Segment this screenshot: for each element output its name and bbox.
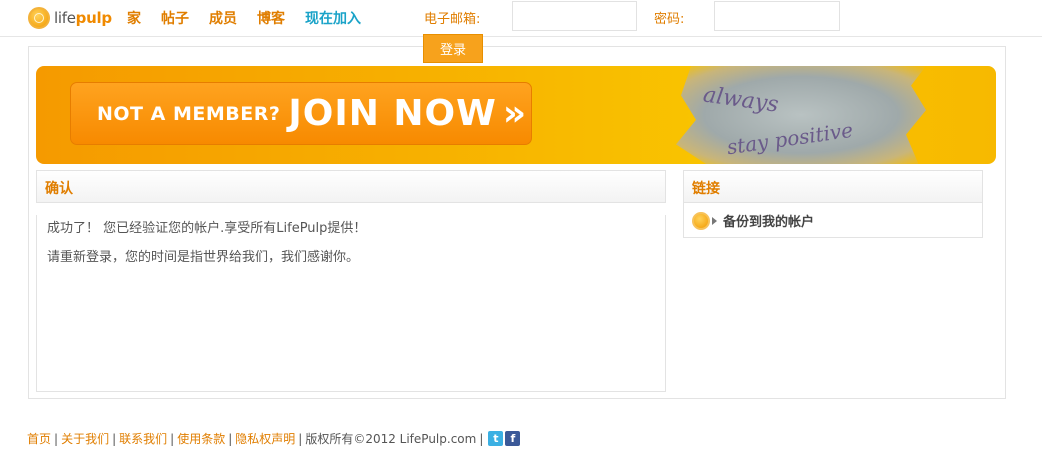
- confirm-title: 确认: [45, 181, 73, 197]
- confirm-message-2: 请重新登录，您的时间是指世界给我们，我们感谢你。: [47, 250, 360, 265]
- confirm-panel-body: 成功了！ 您已经验证您的帐户.享受所有LifePulp提供！ 请重新登录，您的时…: [36, 215, 666, 392]
- footer-link-home[interactable]: 首页: [27, 430, 51, 447]
- footer-link-about[interactable]: 关于我们: [61, 430, 109, 447]
- password-label: 密码:: [654, 12, 685, 27]
- email-label: 电子邮箱:: [424, 12, 481, 27]
- nav-home[interactable]: 家: [127, 8, 141, 28]
- scrap-text-1: always: [701, 82, 780, 117]
- footer-link-terms[interactable]: 使用条款: [177, 430, 225, 447]
- join-now-banner-button[interactable]: NOT A MEMBER? JOIN NOW »: [70, 82, 532, 145]
- join-banner: NOT A MEMBER? JOIN NOW » always stay pos…: [36, 66, 996, 164]
- top-bar: lifepulp 家 帖子 成员 博客 现在加入 电子邮箱: 密码:: [0, 0, 1042, 37]
- link-backup-account[interactable]: 备份到我的帐户: [692, 211, 814, 230]
- banner-small-text: NOT A MEMBER?: [97, 102, 281, 125]
- twitter-icon[interactable]: t: [488, 431, 504, 446]
- nav-members[interactable]: 成员: [209, 8, 237, 28]
- logo[interactable]: lifepulp: [28, 5, 112, 31]
- email-field[interactable]: [512, 1, 637, 31]
- torn-paper-image: always stay positive: [676, 66, 926, 164]
- nav-join-now[interactable]: 现在加入: [305, 8, 361, 28]
- password-field[interactable]: [714, 1, 840, 31]
- links-title: 链接: [692, 181, 720, 197]
- scrap-text-2: stay positive: [725, 118, 854, 156]
- link-label: 备份到我的帐户: [723, 215, 815, 230]
- banner-big-text: JOIN NOW: [288, 93, 497, 134]
- footer-link-contact[interactable]: 联系我们: [119, 430, 167, 447]
- confirm-message-1: 成功了！ 您已经验证您的帐户.享受所有LifePulp提供！: [47, 221, 367, 236]
- arrow-right-icon: [712, 216, 717, 225]
- footer-copyright: 版权所有©2012 LifePulp.com: [305, 432, 477, 446]
- nav-blog[interactable]: 博客: [257, 8, 285, 28]
- footer: 首页 | 关于我们 | 联系我们 | 使用条款 | 隐私权声明 | 版权所有©2012 L…: [27, 430, 521, 447]
- double-chevron-icon: »: [502, 93, 527, 134]
- links-panel-body: 备份到我的帐户: [683, 202, 983, 238]
- main-nav: 家 帖子 成员 博客 现在加入: [127, 8, 381, 28]
- login-button[interactable]: 登录: [423, 34, 483, 63]
- facebook-icon[interactable]: f: [505, 431, 521, 446]
- confirm-panel-header: 确认: [36, 170, 666, 203]
- nav-posts[interactable]: 帖子: [161, 8, 189, 28]
- logo-icon: [28, 7, 50, 29]
- links-panel-header: 链接: [683, 170, 983, 203]
- logo-text: lifepulp: [54, 9, 112, 27]
- footer-link-privacy[interactable]: 隐私权声明: [235, 430, 295, 447]
- orange-bullet-icon: [692, 211, 710, 230]
